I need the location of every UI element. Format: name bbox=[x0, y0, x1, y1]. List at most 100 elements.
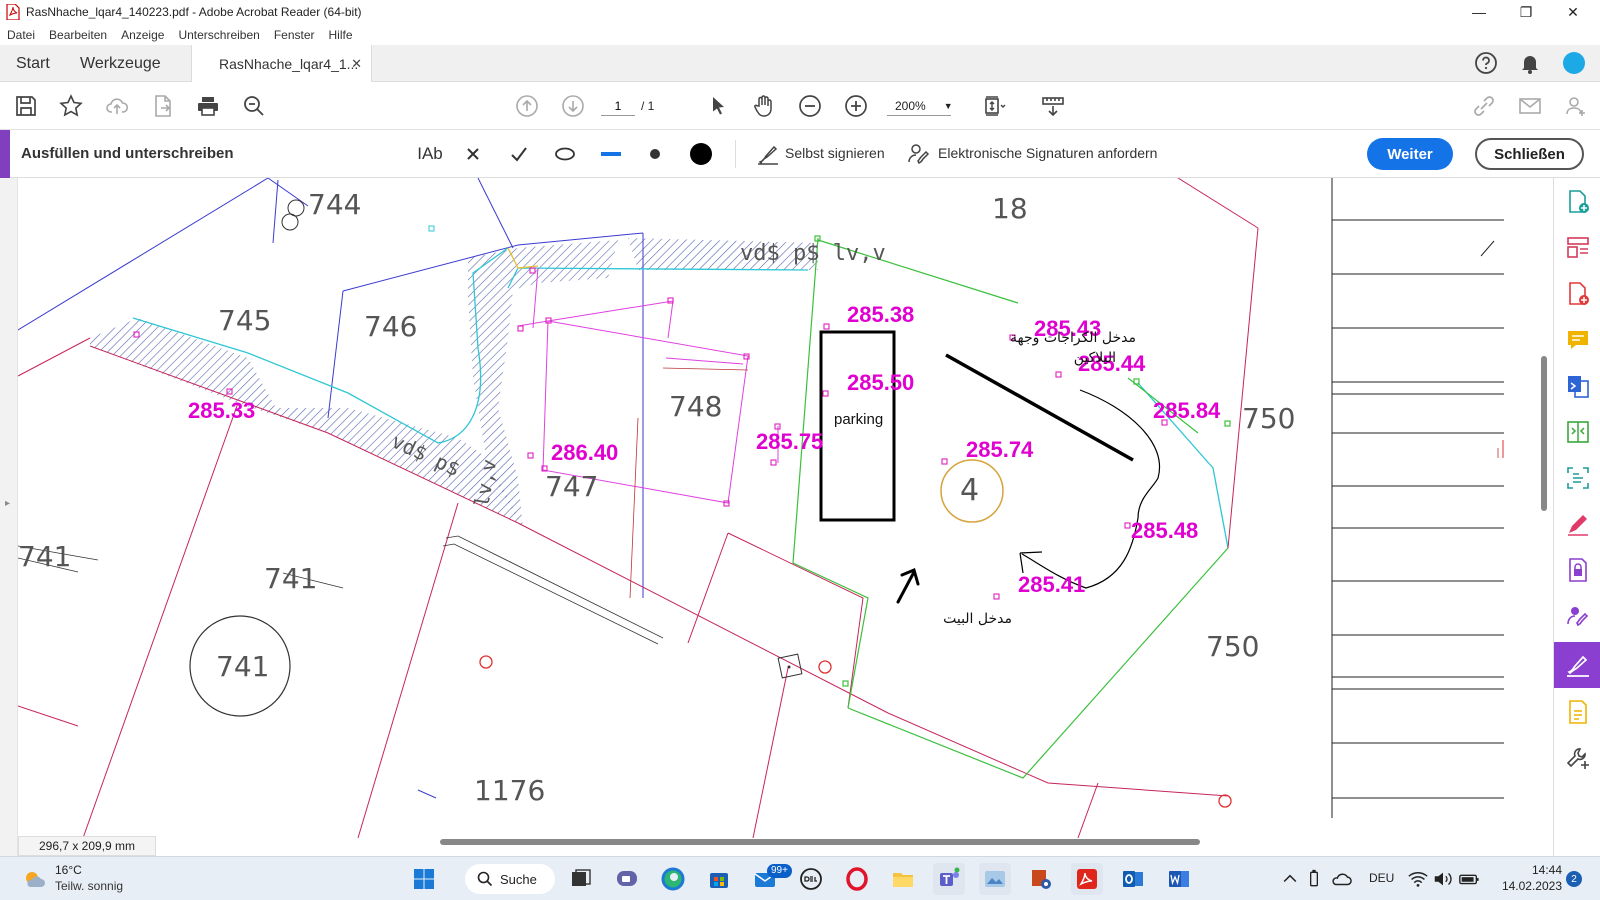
elevation-285-41: 285.41 bbox=[1018, 572, 1085, 597]
continue-button[interactable]: Weiter bbox=[1367, 138, 1453, 170]
input-language[interactable]: DEU bbox=[1369, 871, 1394, 885]
parcel-741-edge: 741 bbox=[18, 540, 71, 573]
checkmark-icon[interactable] bbox=[507, 142, 531, 166]
request-esign-icon[interactable] bbox=[1554, 596, 1600, 636]
zoom-level-select[interactable]: 200% ▼ bbox=[887, 96, 953, 116]
compress-icon[interactable] bbox=[1554, 412, 1600, 452]
task-view-icon[interactable] bbox=[565, 863, 597, 895]
prepare-form-icon[interactable] bbox=[1554, 692, 1600, 732]
tab-tools[interactable]: Werkzeuge bbox=[80, 45, 161, 82]
edit-pdf-icon[interactable] bbox=[1554, 504, 1600, 544]
volume-icon[interactable] bbox=[1432, 863, 1454, 895]
store-icon[interactable] bbox=[703, 863, 735, 895]
zoom-search-icon[interactable] bbox=[240, 92, 268, 120]
battery-icon[interactable] bbox=[1458, 863, 1480, 895]
acrobat-icon[interactable] bbox=[1071, 863, 1103, 895]
dot-tool-icon[interactable] bbox=[645, 142, 665, 166]
expand-pane-icon[interactable]: ▸ bbox=[5, 498, 10, 509]
help-icon[interactable] bbox=[1472, 49, 1500, 77]
usb-device-icon[interactable] bbox=[1304, 863, 1324, 895]
parcel-labels: 744 745 746 748 747 741 741 741 18 750 7… bbox=[18, 188, 1295, 807]
export-pdf-icon[interactable] bbox=[1554, 274, 1600, 314]
outlook-icon[interactable] bbox=[1117, 863, 1149, 895]
comment-icon[interactable] bbox=[1554, 320, 1600, 360]
color-picker-icon[interactable] bbox=[688, 142, 714, 166]
cross-mark-icon[interactable] bbox=[461, 142, 485, 166]
file-export-icon[interactable] bbox=[149, 92, 177, 120]
menu-edit[interactable]: Bearbeiten bbox=[49, 28, 107, 42]
scan-ocr-icon[interactable] bbox=[1554, 458, 1600, 498]
opera-icon[interactable] bbox=[841, 863, 873, 895]
left-pane-collapsed[interactable]: ▸ bbox=[0, 178, 18, 856]
combine-files-icon[interactable] bbox=[1554, 366, 1600, 406]
clock-date[interactable]: 14.02.2023 bbox=[1492, 879, 1562, 893]
add-text-tool[interactable]: IAb bbox=[414, 142, 446, 166]
request-signatures-button[interactable]: Elektronische Signaturen anfordern bbox=[938, 145, 1157, 161]
save-icon[interactable] bbox=[12, 92, 40, 120]
page-up-icon[interactable] bbox=[513, 92, 541, 120]
star-icon[interactable] bbox=[57, 92, 85, 120]
photos-icon[interactable] bbox=[979, 863, 1011, 895]
more-tools-icon[interactable] bbox=[1554, 738, 1600, 778]
email-icon[interactable] bbox=[1516, 92, 1544, 120]
office-tools-icon[interactable] bbox=[1025, 863, 1057, 895]
restore-button[interactable]: ❐ bbox=[1503, 0, 1549, 24]
taskbar-search[interactable]: Suche bbox=[465, 864, 555, 894]
add-user-icon[interactable] bbox=[1562, 92, 1590, 120]
menu-help[interactable]: Hilfe bbox=[329, 28, 353, 42]
elevation-285-74: 285.74 bbox=[966, 437, 1034, 462]
document-viewer[interactable]: ▸ parking 744 745 746 748 747 741 741 74… bbox=[0, 178, 1553, 856]
avatar[interactable] bbox=[1560, 49, 1588, 77]
line-tool-icon[interactable] bbox=[598, 142, 624, 166]
tab-start[interactable]: Start bbox=[16, 45, 50, 82]
close-fill-sign-button[interactable]: Schließen bbox=[1475, 138, 1584, 170]
menu-file[interactable]: Datei bbox=[7, 28, 35, 42]
search-label: Suche bbox=[500, 871, 537, 887]
tab-document[interactable]: RasNhache_lqar4_1... ✕ bbox=[191, 45, 372, 83]
menu-view[interactable]: Anzeige bbox=[121, 28, 164, 42]
cloud-upload-icon[interactable] bbox=[103, 92, 131, 120]
tray-overflow-icon[interactable] bbox=[1280, 863, 1300, 895]
word-icon[interactable] bbox=[1163, 863, 1195, 895]
share-link-icon[interactable] bbox=[1470, 92, 1498, 120]
double-line-lower bbox=[442, 543, 659, 645]
self-sign-button[interactable]: Selbst signieren bbox=[785, 145, 885, 161]
sign-pen-icon[interactable] bbox=[755, 142, 781, 166]
select-cursor-icon[interactable] bbox=[704, 92, 732, 120]
weather-icon[interactable] bbox=[18, 863, 50, 895]
vertical-scroll-thumb[interactable] bbox=[1541, 356, 1547, 511]
wifi-icon[interactable] bbox=[1407, 863, 1429, 895]
ellipse-tool-icon[interactable] bbox=[552, 142, 578, 166]
organize-pages-icon[interactable] bbox=[1554, 228, 1600, 268]
create-pdf-icon[interactable] bbox=[1554, 182, 1600, 222]
vertical-scrollbar[interactable] bbox=[1536, 178, 1553, 838]
minimize-button[interactable]: — bbox=[1456, 0, 1502, 24]
teams-icon[interactable] bbox=[933, 863, 965, 895]
dell-icon[interactable] bbox=[795, 863, 827, 895]
tab-close-icon[interactable]: ✕ bbox=[351, 56, 362, 72]
protect-icon[interactable] bbox=[1554, 550, 1600, 590]
clock-time[interactable]: 14:44 bbox=[1492, 863, 1562, 877]
windows-start-icon[interactable] bbox=[408, 863, 440, 895]
zoom-out-icon[interactable] bbox=[796, 92, 824, 120]
horizontal-scroll-thumb[interactable] bbox=[440, 839, 1200, 845]
fit-page-icon[interactable] bbox=[980, 92, 1008, 120]
mail-icon[interactable]: 99+ bbox=[749, 863, 792, 895]
scroll-mode-icon[interactable] bbox=[1039, 92, 1067, 120]
teams-chat-icon[interactable] bbox=[611, 863, 643, 895]
hand-tool-icon[interactable] bbox=[750, 92, 778, 120]
file-explorer-icon[interactable] bbox=[887, 863, 919, 895]
edge-browser-icon[interactable] bbox=[657, 863, 689, 895]
print-icon[interactable] bbox=[194, 92, 222, 120]
fill-sign-icon[interactable] bbox=[1554, 642, 1600, 688]
page-number-input[interactable] bbox=[601, 96, 635, 116]
menu-sign[interactable]: Unterschreiben bbox=[178, 28, 259, 42]
bell-icon[interactable] bbox=[1516, 49, 1544, 77]
request-signature-icon[interactable] bbox=[906, 142, 932, 166]
menu-window[interactable]: Fenster bbox=[274, 28, 315, 42]
onedrive-icon[interactable] bbox=[1330, 863, 1352, 895]
close-window-button[interactable]: ✕ bbox=[1550, 0, 1596, 24]
zoom-in-icon[interactable] bbox=[842, 92, 870, 120]
notification-count[interactable]: 2 bbox=[1566, 871, 1582, 887]
page-down-icon[interactable] bbox=[559, 92, 587, 120]
